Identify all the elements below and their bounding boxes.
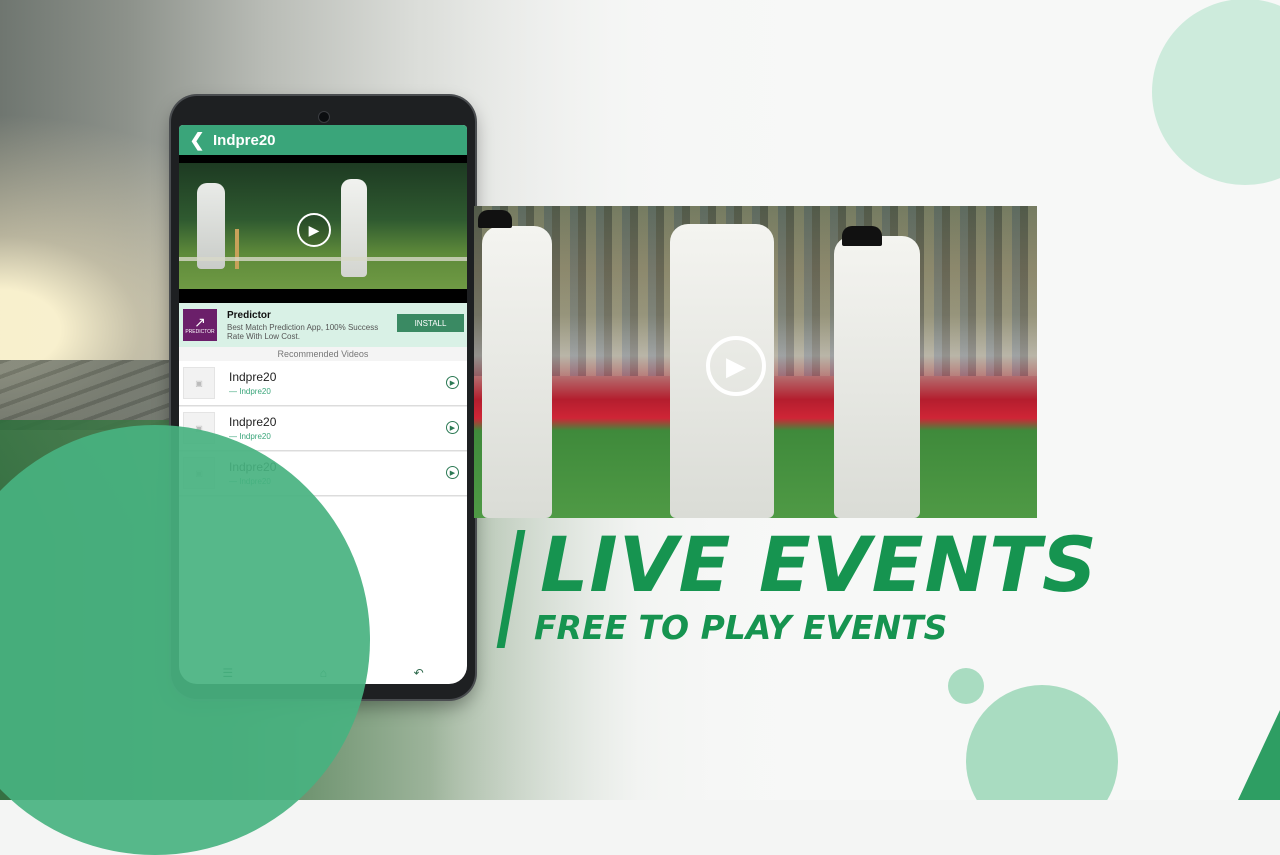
stumps	[235, 229, 239, 269]
recommended-videos-label: Recommended Videos	[179, 347, 467, 361]
player-left	[482, 226, 552, 518]
item-title: Indpre20	[229, 370, 277, 384]
app-bar: ❮ Indpre20	[179, 125, 467, 155]
list-item[interactable]: ▣ Indpre20 — Indpre20 ▶	[179, 406, 467, 451]
list-item[interactable]: ▣ Indpre20 — Indpre20 ▶	[179, 451, 467, 496]
play-circle-icon[interactable]: ▶	[446, 466, 459, 479]
app-title: Indpre20	[213, 131, 276, 149]
item-channel: — Indpre20	[229, 432, 271, 441]
ad-name: Predictor	[227, 309, 271, 321]
list-item[interactable]: ▣ Indpre20 — Indpre20 ▶	[179, 361, 467, 406]
video-frame: ▶	[179, 163, 467, 289]
item-title: Indpre20	[229, 460, 277, 474]
video-player[interactable]: ▶	[179, 155, 467, 303]
decor-corner-triangle	[1238, 710, 1280, 800]
play-circle-icon[interactable]: ▶	[297, 213, 331, 247]
ad-banner[interactable]: ↗ PREDICTOR Predictor Best Match Predict…	[179, 303, 467, 347]
back-icon[interactable]: ↶	[414, 666, 424, 680]
player-right	[834, 236, 920, 518]
thumbnail-placeholder-icon: ▣	[183, 457, 215, 489]
ad-description: Best Match Prediction App, 100% Success …	[227, 322, 379, 341]
decor-circle-small	[948, 668, 984, 704]
player-cap	[842, 226, 882, 246]
item-texts: Indpre20 — Indpre20	[229, 415, 276, 441]
thumbnail-placeholder-icon: ▣	[183, 412, 215, 444]
headline: LIVE EVENTS	[540, 520, 1098, 609]
logo-text: PREDICTOR	[185, 329, 215, 335]
play-circle-icon[interactable]: ▶	[706, 336, 766, 396]
back-arrow-icon[interactable]: ❮	[183, 130, 211, 151]
home-icon[interactable]: ⌂	[320, 666, 327, 680]
trend-icon: ↗	[194, 314, 206, 330]
camera-icon	[318, 111, 330, 123]
predictor-logo: ↗ PREDICTOR	[183, 309, 217, 341]
item-texts: Indpre20 — Indpre20	[229, 460, 276, 486]
item-texts: Indpre20 — Indpre20	[229, 370, 276, 396]
item-channel: — Indpre20	[229, 387, 271, 396]
menu-icon[interactable]: ☰	[222, 666, 233, 680]
item-channel: — Indpre20	[229, 477, 271, 486]
player-cap	[478, 210, 512, 228]
cricket-celebration-photo[interactable]: ▶	[474, 206, 1037, 518]
item-title: Indpre20	[229, 415, 277, 429]
thumbnail-placeholder-icon: ▣	[183, 367, 215, 399]
batsman	[341, 179, 367, 277]
ad-text: Predictor Best Match Prediction App, 100…	[227, 310, 387, 341]
install-button[interactable]: INSTALL	[397, 314, 464, 332]
phone-mockup: ❮ Indpre20 ▶ ↗ PREDICTOR Predictor Best …	[171, 96, 475, 699]
system-navbar: ☰ ⌂ ↶	[179, 662, 467, 684]
subheadline: FREE TO PLAY EVENTS	[534, 608, 948, 647]
boundary-fence	[179, 257, 467, 261]
play-circle-icon[interactable]: ▶	[446, 421, 459, 434]
phone-screen: ❮ Indpre20 ▶ ↗ PREDICTOR Predictor Best …	[179, 125, 467, 684]
play-circle-icon[interactable]: ▶	[446, 376, 459, 389]
